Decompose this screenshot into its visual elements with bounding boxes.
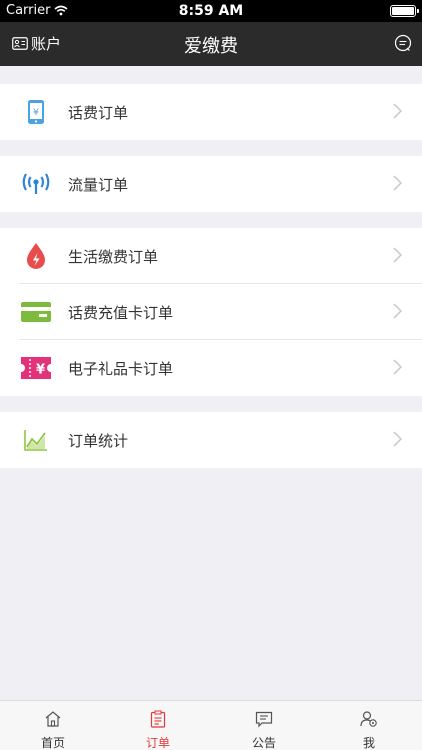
- list-item-recharge-card-orders[interactable]: 话费充值卡订单: [0, 284, 422, 340]
- chevron-right-icon: [393, 247, 402, 263]
- tab-announcements-label: 公告: [251, 736, 276, 750]
- orders-group-data: 流量订单: [0, 156, 422, 212]
- tab-orders-label: 订单: [145, 736, 170, 750]
- page-title: 爱缴费: [184, 36, 238, 57]
- phone-orders-label: 话费订单: [68, 104, 129, 122]
- announcement-icon: [255, 711, 273, 728]
- chevron-right-icon: [393, 431, 402, 447]
- recharge-card-icon: [20, 298, 52, 326]
- nav-bar: 账户 爱缴费: [0, 22, 422, 66]
- message-button[interactable]: [394, 34, 412, 56]
- orders-group-life: 生活缴费订单 话费充值卡订单 ¥ 电子礼品卡订单: [0, 228, 422, 396]
- phone-yuan-icon: ¥: [20, 98, 52, 126]
- svg-text:¥: ¥: [36, 363, 45, 378]
- tab-orders[interactable]: 订单: [105, 701, 211, 750]
- signal-broadcast-icon: [20, 170, 52, 198]
- home-icon: [45, 711, 61, 727]
- gift-card-icon: ¥: [20, 354, 52, 382]
- utility-orders-label: 生活缴费订单: [68, 248, 159, 266]
- chevron-right-icon: [393, 303, 402, 319]
- recharge-card-orders-label: 话费充值卡订单: [68, 304, 174, 322]
- tab-home[interactable]: 首页: [0, 701, 106, 750]
- tab-bar: 首页 订单 公告 我: [0, 700, 422, 750]
- list-item-utility-orders[interactable]: 生活缴费订单: [0, 228, 422, 284]
- tab-me[interactable]: 我: [316, 701, 422, 750]
- gift-card-orders-label: 电子礼品卡订单: [68, 360, 174, 378]
- tab-announcements[interactable]: 公告: [211, 701, 317, 750]
- drop-bolt-icon: [20, 242, 52, 270]
- orders-group-stats: 订单统计: [0, 412, 422, 468]
- status-time: 8:59 AM: [178, 3, 244, 19]
- chevron-right-icon: [393, 175, 402, 191]
- list-item-data-orders[interactable]: 流量订单: [0, 156, 422, 212]
- status-bar: Carrier 8:59 AM: [0, 0, 422, 22]
- list-item-gift-card-orders[interactable]: ¥ 电子礼品卡订单: [0, 340, 422, 396]
- tab-home-label: 首页: [40, 736, 65, 750]
- battery-icon: [390, 5, 419, 17]
- orders-group-phone: ¥ 话费订单: [0, 84, 422, 140]
- tab-me-label: 我: [362, 736, 375, 750]
- line-chart-icon: [20, 426, 52, 454]
- data-orders-label: 流量订单: [68, 176, 129, 194]
- chevron-right-icon: [393, 103, 402, 119]
- chevron-right-icon: [393, 359, 402, 375]
- svg-text:¥: ¥: [33, 108, 39, 118]
- user-settings-icon: [360, 711, 377, 727]
- list-item-phone-orders[interactable]: ¥ 话费订单: [0, 84, 422, 140]
- chat-bubble-icon: [394, 34, 412, 52]
- clipboard-icon: [150, 710, 166, 728]
- order-stats-label: 订单统计: [68, 432, 129, 450]
- list-item-order-stats[interactable]: 订单统计: [0, 412, 422, 468]
